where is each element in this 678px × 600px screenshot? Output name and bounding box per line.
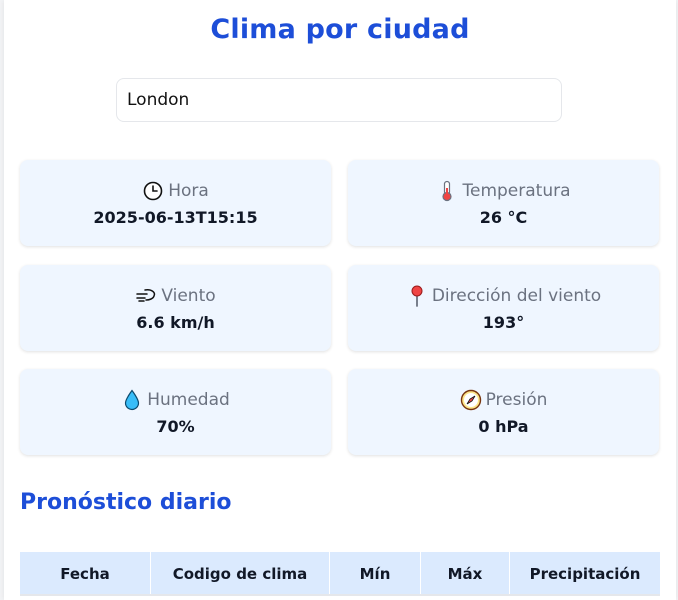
stat-label: Humedad (147, 390, 230, 410)
stat-value: 6.6 km/h (136, 313, 215, 332)
column-header-max: Máx (420, 552, 510, 596)
stat-card-presion: Presión 0 hPa (348, 369, 659, 455)
stat-card-humedad: Humedad 70% (20, 369, 331, 455)
droplet-icon (121, 389, 143, 411)
thermometer-icon (436, 180, 458, 202)
stat-card-direccion-viento: Dirección del viento 193° (348, 265, 659, 351)
stat-card-viento: Viento 6.6 km/h (20, 265, 331, 351)
stat-card-hora: Hora 2025-06-13T15:15 (20, 160, 331, 246)
page-title: Clima por ciudad (210, 14, 470, 45)
stat-value: 2025-06-13T15:15 (93, 208, 258, 227)
stat-label: Dirección del viento (431, 286, 602, 306)
column-header-codigo-clima: Codigo de clima (150, 552, 330, 596)
compass-icon (460, 389, 482, 411)
stat-value: 70% (156, 417, 195, 436)
table-header-row: Fecha Codigo de clima Mín Máx Precipitac… (20, 552, 660, 596)
stat-value: 0 hPa (478, 417, 529, 436)
stat-value: 193° (482, 313, 525, 332)
forecast-title: Pronóstico diario (20, 490, 232, 515)
weather-panel: Clima por ciudad Hora 2025-06-13T15:15 T… (4, 0, 676, 600)
stat-value: 26 °C (479, 208, 528, 227)
wind-icon (135, 285, 157, 307)
stat-label: Temperatura (462, 181, 571, 201)
column-header-precipitacion: Precipitación (509, 552, 660, 596)
stat-card-temperatura: Temperatura 26 °C (348, 160, 659, 246)
stat-label: Presión (485, 390, 548, 410)
column-header-fecha: Fecha (60, 565, 110, 583)
city-search-input[interactable] (116, 78, 562, 122)
stat-label: Viento (161, 286, 216, 306)
pin-icon (406, 285, 428, 307)
column-header-min: Mín (329, 552, 421, 596)
stat-label: Hora (168, 181, 209, 201)
forecast-table: Fecha Codigo de clima Mín Máx Precipitac… (20, 552, 660, 596)
clock-icon (142, 180, 164, 202)
